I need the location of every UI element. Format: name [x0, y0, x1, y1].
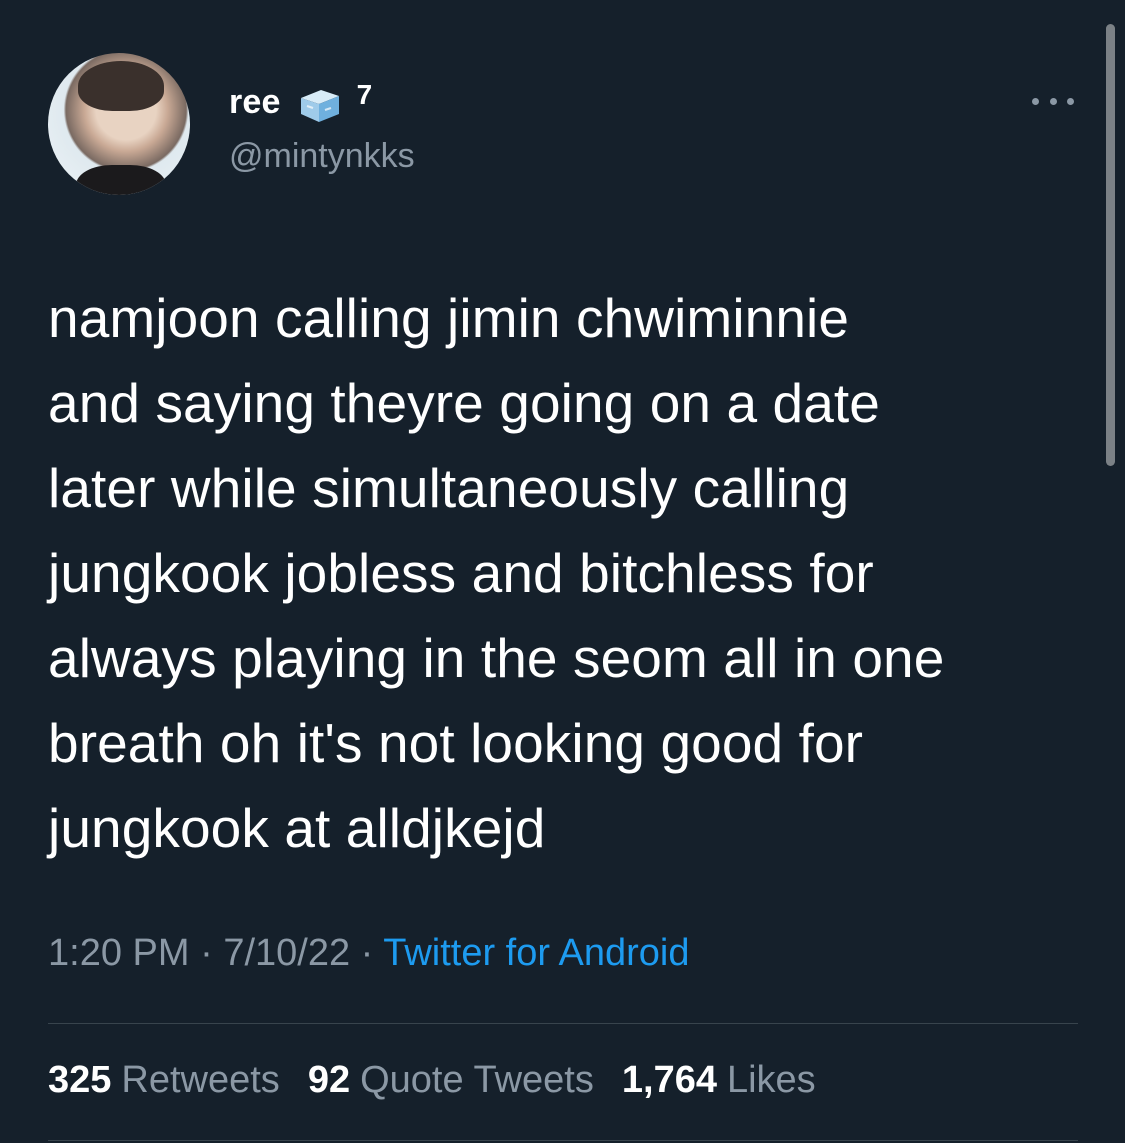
- avatar[interactable]: [48, 53, 190, 195]
- likes-label: Likes: [726, 1059, 816, 1101]
- more-options-icon[interactable]: [1032, 91, 1074, 111]
- divider: [48, 1023, 1078, 1024]
- name-suffix: 7: [356, 78, 373, 110]
- likes-count: 1,764: [621, 1059, 717, 1101]
- tweet-meta: 1:20 PM · 7/10/22 · Twitter for Android: [48, 932, 689, 975]
- meta-separator: ·: [360, 932, 374, 974]
- quote-tweets-count: 92: [307, 1059, 351, 1101]
- display-name[interactable]: ree: [229, 83, 281, 122]
- avatar-collar: [76, 165, 166, 195]
- divider: [48, 1140, 1078, 1141]
- tweet-date[interactable]: 7/10/22: [223, 932, 350, 974]
- tweet-detail: ree 7 @mintynkks namjoon calling jimin c…: [0, 0, 1125, 1143]
- author-name-row[interactable]: ree 7: [229, 79, 372, 122]
- retweets-stat[interactable]: 325 Retweets: [48, 1059, 280, 1102]
- tweet-time[interactable]: 1:20 PM: [48, 932, 190, 974]
- scrollbar[interactable]: [1106, 24, 1115, 466]
- retweets-label: Retweets: [121, 1059, 280, 1101]
- avatar-hair: [78, 61, 164, 111]
- ice-cube-icon: [297, 84, 343, 122]
- likes-stat[interactable]: 1,764 Likes: [622, 1059, 816, 1102]
- meta-separator: ·: [200, 932, 213, 974]
- retweets-count: 325: [48, 1059, 112, 1101]
- author-handle[interactable]: @mintynkks: [229, 137, 415, 176]
- quote-tweets-stat[interactable]: 92 Quote Tweets: [308, 1059, 594, 1102]
- tweet-stats: 325 Retweets 92 Quote Tweets 1,764 Likes: [48, 1059, 816, 1102]
- tweet-text: namjoon calling jimin chwiminnie and say…: [48, 287, 945, 859]
- tweet-source-link[interactable]: Twitter for Android: [383, 932, 689, 974]
- quote-tweets-label: Quote Tweets: [360, 1059, 594, 1101]
